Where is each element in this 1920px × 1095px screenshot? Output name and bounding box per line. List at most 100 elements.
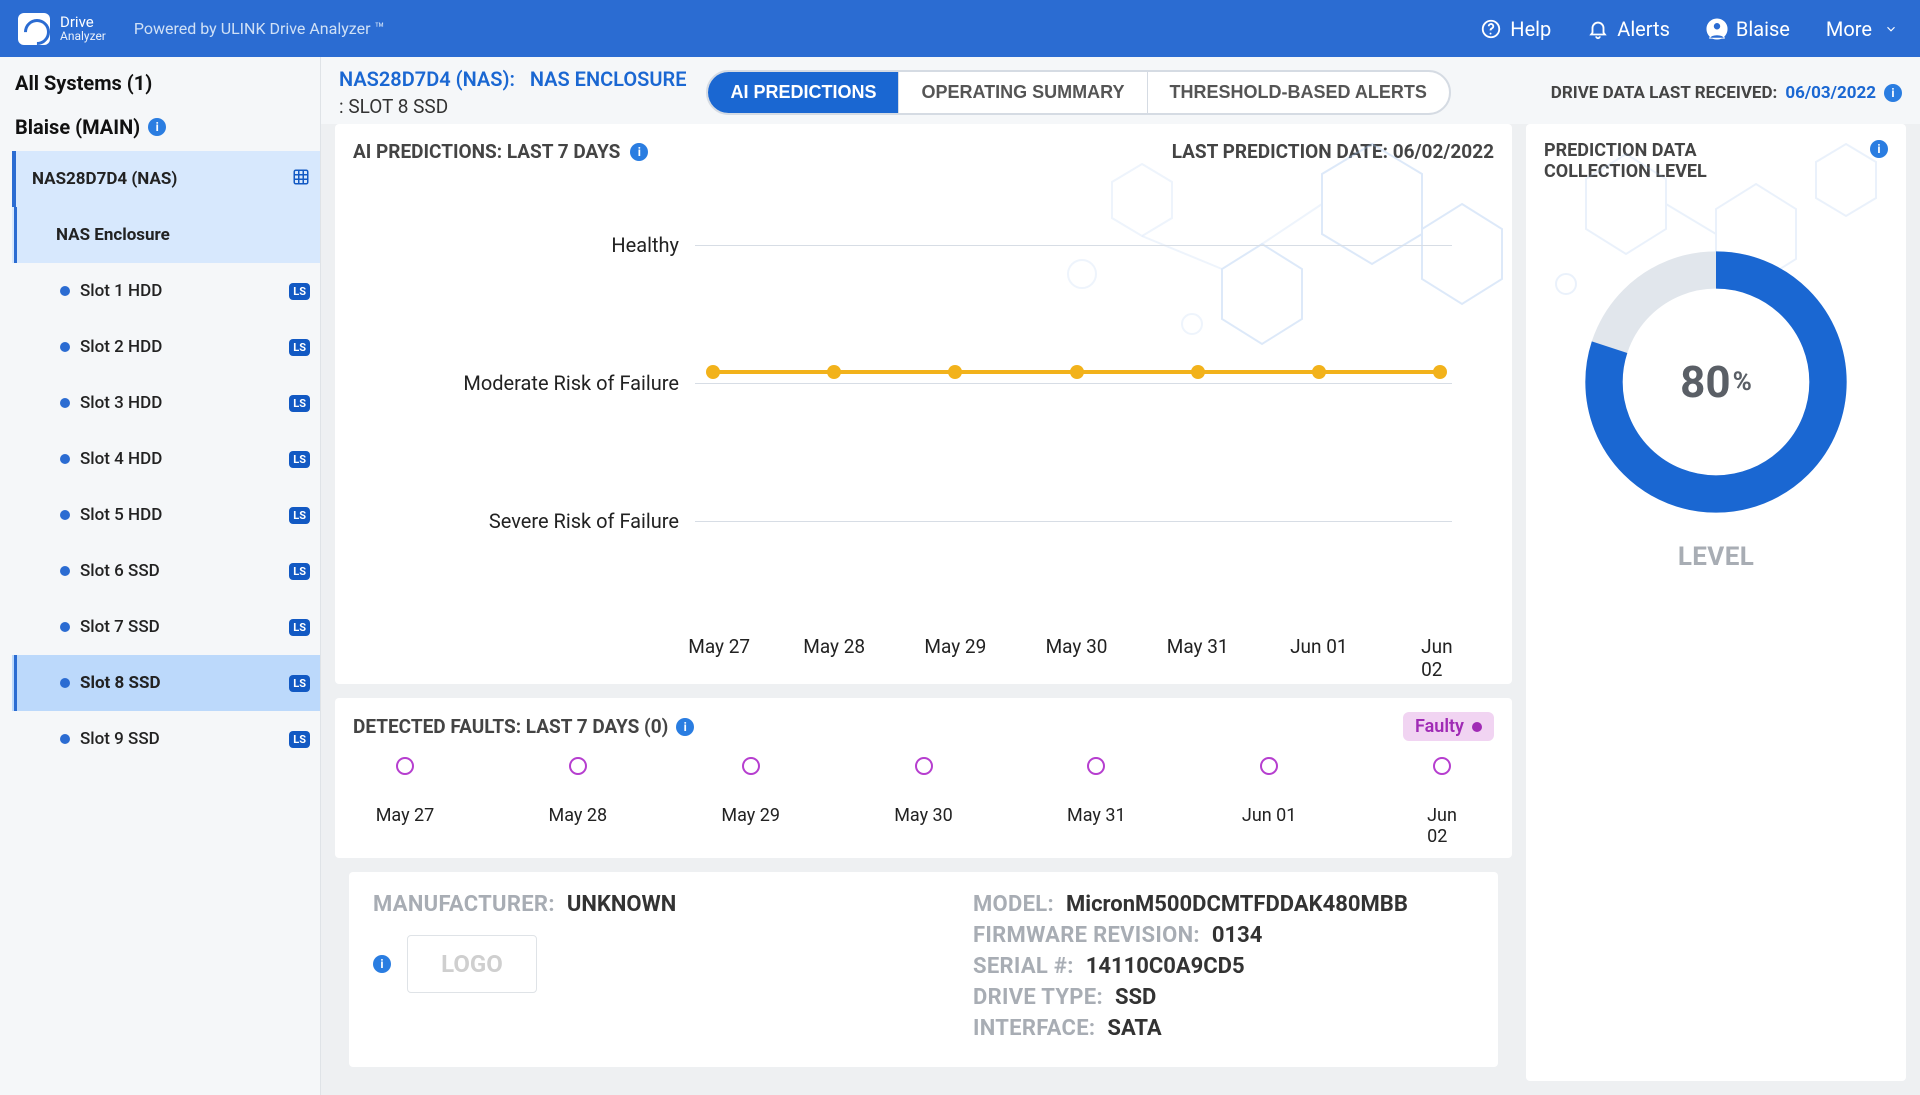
sidebar-item-label: Slot 6 SSD (80, 561, 160, 581)
sidebar-slot-8[interactable]: Slot 8 SSDLS (12, 655, 320, 711)
more-menu[interactable]: More (1826, 17, 1902, 41)
all-systems-heading[interactable]: All Systems (1) (0, 57, 320, 105)
sidebar-slot-6[interactable]: Slot 6 SSD LS (12, 543, 320, 599)
last-received-label: DRIVE DATA LAST RECEIVED: (1551, 83, 1778, 103)
sidebar-slot-7[interactable]: Slot 7 SSD LS (12, 599, 320, 655)
pred-point[interactable] (827, 365, 841, 379)
fault-point[interactable] (1087, 757, 1105, 775)
user-menu[interactable]: Blaise (1706, 17, 1790, 41)
info-icon[interactable]: i (1884, 84, 1902, 102)
manufacturer-value: UNKNOWN (567, 892, 676, 917)
help-link[interactable]: Help (1480, 17, 1551, 41)
x-tick: May 31 (1167, 635, 1229, 658)
pred-point[interactable] (1191, 365, 1205, 379)
fault-point[interactable] (742, 757, 760, 775)
status-dot-icon (60, 286, 70, 296)
pred-chart: Healthy Moderate Risk of Failure Severe … (335, 167, 1512, 727)
tree: NAS28D7D4 (NAS) NAS Enclosure Slot 1 HDD… (0, 151, 320, 1095)
interface-key: INTERFACE: (973, 1016, 1095, 1041)
level-donut: 80% (1576, 242, 1856, 522)
breadcrumb: NAS28D7D4 (NAS): NAS ENCLOSURE : SLOT 8 … (339, 67, 686, 118)
tree-enclosure-label: NAS Enclosure (56, 225, 170, 245)
crumb-enclosure[interactable]: NAS ENCLOSURE (530, 67, 687, 91)
drive-details-card: MANUFACTURER:UNKNOWN i LOGO MODEL:Micron… (349, 872, 1498, 1067)
fault-series (405, 757, 1442, 797)
fault-point[interactable] (1433, 757, 1451, 775)
faulty-legend: Faulty (1403, 712, 1494, 741)
x-tick: May 28 (549, 805, 608, 826)
x-tick: May 30 (1046, 635, 1108, 658)
y-severe: Severe Risk of Failure (395, 509, 695, 533)
x-tick: May 27 (376, 805, 435, 826)
firmware-key: FIRMWARE REVISION: (973, 923, 1200, 948)
owner-heading[interactable]: Blaise (MAIN) i (0, 105, 320, 151)
ls-badge: LS (289, 675, 310, 692)
alerts-label: Alerts (1617, 17, 1670, 41)
sidebar-slot-9[interactable]: Slot 9 SSDLS (12, 711, 320, 767)
ls-badge: LS (289, 619, 310, 636)
bell-icon (1587, 18, 1609, 40)
last-received-date: 06/03/2022 (1785, 83, 1876, 103)
fault-point[interactable] (569, 757, 587, 775)
fault-title: DETECTED FAULTS: LAST 7 DAYS (0) (353, 715, 668, 738)
tab-operating-summary[interactable]: OPERATING SUMMARY (899, 72, 1147, 113)
pred-point[interactable] (1070, 365, 1084, 379)
pred-point[interactable] (1312, 365, 1326, 379)
sidebar-item-label: Slot 5 HDD (80, 505, 162, 525)
user-label: Blaise (1736, 17, 1790, 41)
alerts-link[interactable]: Alerts (1587, 17, 1670, 41)
pred-point[interactable] (1433, 365, 1447, 379)
sidebar-item-label: Slot 3 HDD (80, 393, 162, 413)
info-icon[interactable]: i (148, 118, 166, 136)
serial-value: 14110C0A9CD5 (1086, 954, 1245, 979)
grid-icon[interactable] (292, 168, 310, 190)
avatar-icon (1706, 18, 1728, 40)
fault-point[interactable] (1260, 757, 1278, 775)
tree-nas-label: NAS28D7D4 (NAS) (32, 169, 177, 189)
y-healthy: Healthy (395, 233, 695, 257)
pred-title: AI PREDICTIONS: LAST 7 DAYS (353, 140, 620, 163)
sidebar-slot-4[interactable]: Slot 4 HDDLS (12, 431, 320, 487)
sidebar-slot-1[interactable]: Slot 1 HDDLS (12, 263, 320, 319)
x-tick: Jun 01 (1290, 635, 1348, 658)
x-tick: May 29 (924, 635, 986, 658)
status-dot-icon (60, 342, 70, 352)
sidebar-item-label: Slot 7 SSD (80, 617, 160, 637)
sidebar-item-label: Slot 1 HDD (80, 281, 162, 301)
info-icon[interactable]: i (373, 955, 391, 973)
serial-key: SERIAL #: (973, 954, 1074, 979)
level-title: PREDICTION DATA COLLECTION LEVEL (1544, 140, 1804, 182)
col-right: PREDICTION DATA COLLECTION LEVEL i 80% (1526, 124, 1906, 1081)
tree-nas[interactable]: NAS28D7D4 (NAS) (12, 151, 320, 207)
y-moderate: Moderate Risk of Failure (395, 371, 695, 395)
drivetype-key: DRIVE TYPE: (973, 985, 1103, 1010)
status-dot-icon (60, 678, 70, 688)
info-icon[interactable]: i (1870, 140, 1888, 158)
crumb-nas[interactable]: NAS28D7D4 (NAS): (339, 67, 515, 91)
brand-line2: Analyzer (60, 30, 106, 42)
info-icon[interactable]: i (676, 718, 694, 736)
tree-enclosure[interactable]: NAS Enclosure (12, 207, 320, 263)
brand[interactable]: Drive Analyzer (18, 13, 106, 45)
help-label: Help (1510, 17, 1551, 41)
app-root: Drive Analyzer Powered by ULINK Drive An… (0, 0, 1920, 1095)
collection-level-card: PREDICTION DATA COLLECTION LEVEL i 80% (1526, 124, 1906, 1081)
pred-point[interactable] (948, 365, 962, 379)
pred-point[interactable] (706, 365, 720, 379)
ls-badge: LS (289, 563, 310, 580)
sidebar-slot-5[interactable]: Slot 5 HDDLS (12, 487, 320, 543)
powered-by: Powered by ULINK Drive Analyzer ™ (134, 19, 385, 38)
model-key: MODEL: (973, 892, 1054, 917)
info-icon[interactable]: i (630, 143, 648, 161)
fault-point[interactable] (396, 757, 414, 775)
sidebar-slot-2[interactable]: Slot 2 HDDLS (12, 319, 320, 375)
fault-point[interactable] (915, 757, 933, 775)
x-tick: May 31 (1067, 805, 1126, 826)
ls-badge: LS (289, 731, 310, 748)
more-label: More (1826, 17, 1872, 41)
sidebar-slot-3[interactable]: Slot 3 HDDLS (12, 375, 320, 431)
brand-text: Drive Analyzer (60, 15, 106, 42)
tab-ai-predictions[interactable]: AI PREDICTIONS (708, 72, 899, 113)
tab-threshold-alerts[interactable]: THRESHOLD-BASED ALERTS (1148, 72, 1449, 113)
status-dot-icon (60, 622, 70, 632)
